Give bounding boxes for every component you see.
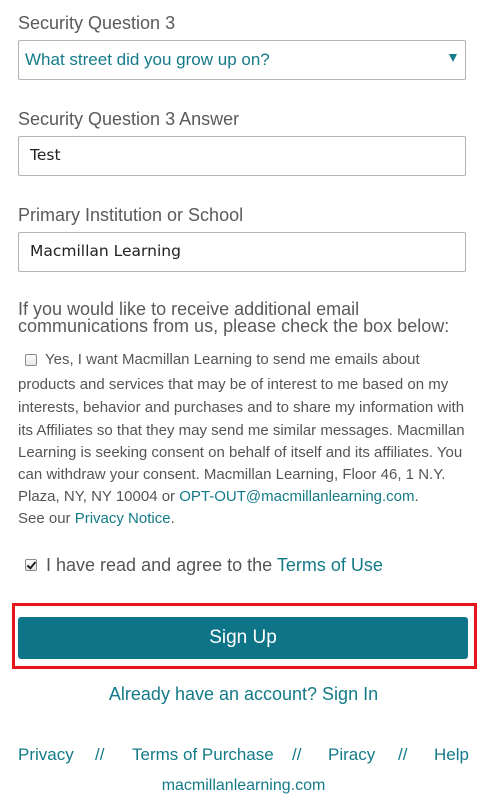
consent-line-2: products and services that may be of int… [18, 376, 449, 393]
consent-line-3: interests, behavior and purchases and to… [18, 399, 465, 416]
footer-domain-link[interactable]: macmillanlearning.com [0, 777, 487, 795]
chevron-down-icon [449, 54, 457, 62]
consent-line-8-end: . [170, 510, 175, 527]
consent-line-1: Yes, I want Macmillan Learning to send m… [45, 351, 420, 368]
footer-separator: // [95, 745, 105, 764]
terms-checkbox[interactable] [25, 559, 37, 571]
footer-help-link[interactable]: Help [434, 745, 469, 765]
consent-line-8: See our Privacy Notice. [18, 508, 175, 530]
sign-up-button[interactable]: Sign Up [18, 617, 468, 659]
consent-line-6: can withdraw your consent. Macmillan Lea… [18, 466, 446, 483]
terms-agreement: I have read and agree to the Terms of Us… [46, 554, 383, 576]
terms-agreement-text: I have read and agree to the [46, 555, 277, 575]
terms-of-use-link[interactable]: Terms of Use [277, 555, 383, 575]
security-answer-label: Security Question 3 Answer [18, 109, 240, 129]
consent-line-8-text: See our [18, 510, 75, 527]
footer-separator: // [292, 745, 302, 764]
security-question-label: Security Question 3 [18, 13, 176, 33]
marketing-consent-checkbox[interactable] [25, 354, 37, 366]
footer-terms-of-purchase-link[interactable]: Terms of Purchase [132, 745, 274, 765]
footer-separator: // [398, 745, 408, 764]
security-answer-value: Test [30, 146, 61, 164]
footer-piracy-link[interactable]: Piracy [328, 745, 375, 765]
sign-in-link[interactable]: Already have an account? Sign In [0, 684, 487, 705]
consent-line-4: its Affiliates so that they may send me … [18, 422, 465, 439]
institution-label: Primary Institution or School [18, 205, 244, 225]
security-question-selected-value: What street did you grow up on? [25, 50, 270, 69]
consent-line-7: Plaza, NY, NY 10004 or OPT-OUT@macmillan… [18, 486, 419, 508]
security-answer-input[interactable]: Test [18, 136, 466, 176]
email-prompt-line-2: communications from us, please check the… [18, 316, 450, 336]
consent-line-7-text: Plaza, NY, NY 10004 or [18, 488, 180, 505]
opt-out-email-link[interactable]: OPT-OUT@macmillanlearning.com [179, 488, 414, 505]
privacy-notice-link[interactable]: Privacy Notice [75, 510, 171, 527]
institution-value: Macmillan Learning [30, 242, 181, 260]
footer-privacy-link[interactable]: Privacy [18, 745, 74, 765]
institution-input[interactable]: Macmillan Learning [18, 232, 466, 272]
security-question-select[interactable]: What street did you grow up on? [18, 40, 466, 80]
consent-line-5: Learning is seeking consent on behalf of… [18, 444, 463, 461]
consent-line-7-end: . [414, 488, 419, 505]
